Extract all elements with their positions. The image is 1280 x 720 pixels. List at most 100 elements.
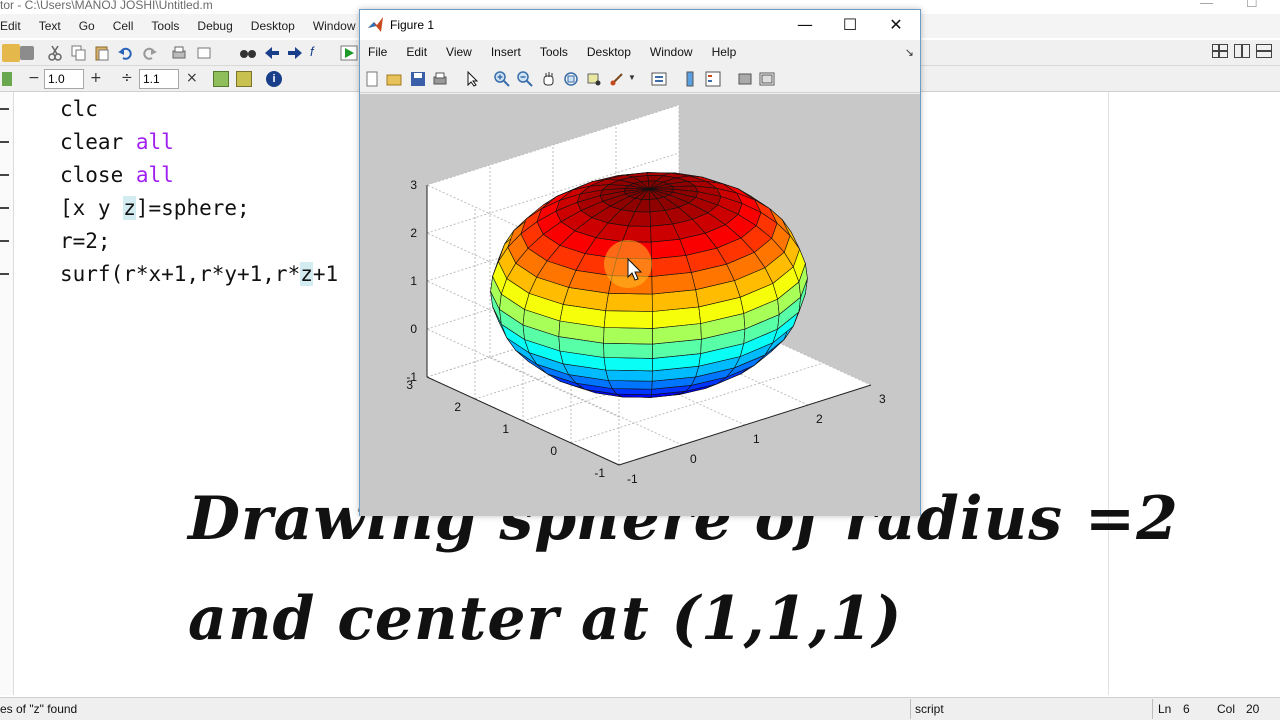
redo-icon[interactable]: [140, 44, 158, 62]
surface-face: [603, 310, 653, 329]
show-plot-tools-icon[interactable]: [759, 71, 775, 87]
open-folder-icon[interactable]: [386, 71, 402, 87]
divide-button[interactable]: ÷: [121, 70, 133, 86]
y-tick-label: 2: [454, 400, 461, 414]
edit-plot-pointer-icon[interactable]: [464, 71, 480, 87]
increment-value-input[interactable]: [44, 69, 84, 89]
sphere-surface-plot[interactable]: 3210-13210-1 -10123: [360, 94, 920, 516]
undo-icon[interactable]: [117, 44, 135, 62]
data-cursor-icon[interactable]: [586, 71, 602, 87]
save-icon[interactable]: [20, 46, 34, 60]
factor-value-input[interactable]: [139, 69, 179, 89]
open-file-icon[interactable]: [2, 44, 20, 62]
status-bar: es of "z" found script Ln 6 Col 20: [0, 697, 1280, 720]
split-horizontal-icon[interactable]: [1256, 44, 1272, 58]
matlab-logo-icon: [368, 17, 383, 32]
code-line-1[interactable]: clc: [60, 97, 98, 121]
new-figure-icon[interactable]: [364, 71, 380, 87]
z-tick-label: 1: [410, 274, 417, 288]
cut-icon[interactable]: [46, 44, 64, 62]
code-line-5[interactable]: r=2;: [60, 229, 111, 253]
code-line-3[interactable]: close all: [60, 163, 174, 187]
z-tick-label: 2: [410, 226, 417, 240]
menu-debug[interactable]: Debug: [188, 14, 241, 38]
status-message: es of "z" found: [0, 702, 78, 716]
status-separator: [910, 699, 911, 719]
cell-mode-icon[interactable]: [2, 72, 12, 86]
figure-window[interactable]: Figure 1 — ☐ ✕ File Edit View Insert Too…: [359, 9, 921, 516]
status-separator: [1152, 699, 1153, 719]
menu-desktop[interactable]: Desktop: [242, 14, 304, 38]
column-number: 20: [1246, 702, 1260, 716]
line-marker: [0, 207, 9, 209]
editor-title: tor - C:\Users\MANOJ JOSHI\Untitled.m: [0, 0, 213, 12]
maximize-button[interactable]: ☐: [830, 12, 870, 38]
minimize-button[interactable]: —: [785, 12, 825, 38]
y-tick-label: 1: [502, 422, 509, 436]
menu-window[interactable]: Window: [304, 14, 365, 38]
fig-menu-help[interactable]: Help: [712, 45, 746, 59]
surface-face: [603, 342, 653, 359]
menu-tools[interactable]: Tools: [142, 14, 188, 38]
line-marker: [0, 141, 9, 143]
split-vertical-icon[interactable]: [1234, 44, 1250, 58]
print-figure-icon[interactable]: [432, 71, 448, 87]
function-icon[interactable]: f: [310, 44, 328, 62]
line-number: 6: [1183, 702, 1190, 716]
multiply-button[interactable]: ×: [186, 70, 198, 86]
colorbar-icon[interactable]: [682, 71, 698, 87]
run-icon[interactable]: [340, 44, 358, 62]
tile-layout-icon[interactable]: [1212, 44, 1228, 58]
decrement-button[interactable]: −: [28, 70, 40, 86]
fig-menu-edit[interactable]: Edit: [406, 45, 436, 59]
fig-menu-tools[interactable]: Tools: [540, 45, 577, 59]
surface-face: [605, 369, 653, 382]
brush-dropdown-icon[interactable]: ▼: [628, 73, 636, 82]
print-icon[interactable]: [170, 44, 188, 62]
brush-icon[interactable]: [609, 71, 625, 87]
figure-menu-bar: File Edit View Insert Tools Desktop Wind…: [360, 40, 920, 64]
zoom-out-icon[interactable]: [517, 71, 533, 87]
zoom-in-icon[interactable]: [494, 71, 510, 87]
link-plot-icon[interactable]: [651, 71, 667, 87]
fig-menu-insert[interactable]: Insert: [491, 45, 530, 59]
figure-title-bar[interactable]: Figure 1 — ☐ ✕: [360, 10, 920, 40]
minimize-icon[interactable]: —: [1200, 0, 1213, 9]
info-icon[interactable]: i: [266, 71, 282, 87]
menu-edit[interactable]: Edit: [0, 14, 30, 38]
menu-text[interactable]: Text: [30, 14, 70, 38]
increment-button[interactable]: +: [90, 70, 102, 86]
close-button[interactable]: ✕: [876, 12, 916, 38]
y-tick-label: 0: [550, 444, 557, 458]
menu-go[interactable]: Go: [70, 14, 104, 38]
legend-icon[interactable]: [705, 71, 721, 87]
forward-arrow-icon[interactable]: [286, 44, 304, 62]
save-figure-icon[interactable]: [410, 71, 426, 87]
paste-icon[interactable]: [93, 44, 111, 62]
code-line-4[interactable]: [x y z]=sphere;: [60, 196, 250, 220]
indent-icon[interactable]: [196, 44, 214, 62]
back-arrow-icon[interactable]: [263, 44, 281, 62]
y-tick-label: 3: [406, 378, 413, 392]
fig-menu-view[interactable]: View: [446, 45, 481, 59]
code-line-2[interactable]: clear all: [60, 130, 174, 154]
evaluate-advance-icon[interactable]: [236, 71, 252, 87]
menu-cell[interactable]: Cell: [104, 14, 143, 38]
status-mode: script: [915, 702, 944, 716]
hide-plot-tools-icon[interactable]: [737, 71, 753, 87]
evaluate-cell-icon[interactable]: [213, 71, 229, 87]
fig-menu-desktop[interactable]: Desktop: [587, 45, 640, 59]
line-marker: [0, 174, 9, 176]
x-tick-label: 0: [690, 452, 697, 466]
dock-arrow-icon[interactable]: ↘: [905, 46, 914, 59]
rotate-3d-icon[interactable]: [563, 71, 579, 87]
fig-menu-window[interactable]: Window: [650, 45, 702, 59]
code-line-6[interactable]: surf(r*x+1,r*y+1,r*z+1: [60, 262, 338, 286]
pan-hand-icon[interactable]: [540, 71, 556, 87]
maximize-icon[interactable]: ☐: [1246, 0, 1258, 9]
copy-icon[interactable]: [70, 44, 88, 62]
x-tick-label: 3: [879, 392, 886, 406]
fig-menu-file[interactable]: File: [368, 45, 396, 59]
figure-canvas[interactable]: 3 2 1 0 -1 3 2 1 0 -1 -1 0 1 2 3: [360, 94, 920, 516]
find-icon[interactable]: [239, 44, 257, 62]
